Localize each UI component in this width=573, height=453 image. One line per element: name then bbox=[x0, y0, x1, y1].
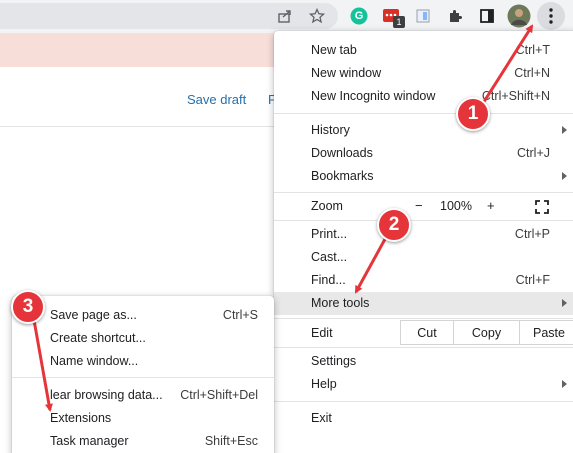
fullscreen-icon[interactable] bbox=[535, 200, 549, 214]
submenu-item-save-page[interactable]: Save page as... Ctrl+S bbox=[12, 304, 274, 327]
share-icon[interactable] bbox=[275, 6, 295, 26]
menu-separator bbox=[274, 113, 573, 114]
zoom-out-button[interactable]: − bbox=[415, 198, 423, 213]
menu-item-help[interactable]: Help bbox=[274, 373, 573, 396]
submenu-arrow-icon bbox=[562, 126, 567, 134]
menu-separator bbox=[274, 318, 573, 319]
menu-separator bbox=[274, 401, 573, 402]
menu-separator bbox=[274, 192, 573, 193]
menu-item-edit: Edit Cut Copy Paste bbox=[274, 320, 573, 345]
submenu-arrow-icon bbox=[562, 299, 567, 307]
paste-button[interactable]: Paste bbox=[519, 320, 573, 345]
submenu-arrow-icon bbox=[562, 380, 567, 388]
bookmark-star-icon[interactable] bbox=[307, 6, 327, 26]
submenu-item-task-manager[interactable]: Task manager Shift+Esc bbox=[12, 430, 274, 453]
side-panel-icon[interactable] bbox=[477, 6, 497, 26]
menu-item-cast[interactable]: Cast... bbox=[274, 246, 573, 269]
submenu-item-name-window[interactable]: Name window... bbox=[12, 350, 274, 373]
chrome-main-menu: New tab Ctrl+T New window Ctrl+N New Inc… bbox=[274, 31, 573, 453]
submenu-arrow-icon bbox=[562, 172, 567, 180]
menu-item-exit[interactable]: Exit bbox=[274, 407, 573, 430]
extensions-puzzle-icon[interactable] bbox=[445, 6, 465, 26]
profile-avatar[interactable] bbox=[507, 4, 531, 28]
menu-item-downloads[interactable]: Downloads Ctrl+J bbox=[274, 142, 573, 165]
step-badge-2: 2 bbox=[377, 208, 411, 242]
save-draft-link[interactable]: Save draft bbox=[187, 92, 246, 107]
menu-item-bookmarks[interactable]: Bookmarks bbox=[274, 165, 573, 188]
menu-item-zoom: Zoom − 100% + bbox=[274, 195, 573, 218]
extension-badge: 1 bbox=[393, 16, 405, 28]
menu-item-more-tools[interactable]: More tools bbox=[274, 292, 573, 315]
submenu-item-clear-browsing-data[interactable]: lear browsing data... Ctrl+Shift+Del bbox=[12, 384, 274, 407]
grammarly-letter: G bbox=[354, 10, 364, 22]
grammarly-icon[interactable]: G bbox=[349, 6, 369, 26]
address-bar[interactable] bbox=[0, 3, 338, 29]
more-tools-submenu: Save page as... Ctrl+S Create shortcut..… bbox=[12, 296, 274, 453]
page-divider bbox=[0, 126, 280, 127]
submenu-item-create-shortcut[interactable]: Create shortcut... bbox=[12, 327, 274, 350]
cut-button[interactable]: Cut bbox=[400, 320, 454, 345]
browser-toolbar: G 1 bbox=[0, 0, 573, 33]
menu-item-new-tab[interactable]: New tab Ctrl+T bbox=[274, 39, 573, 62]
menu-separator bbox=[274, 347, 573, 348]
extension-red-icon[interactable]: 1 bbox=[381, 6, 405, 28]
chrome-menu-button[interactable] bbox=[537, 2, 565, 30]
menu-separator bbox=[12, 377, 274, 378]
menu-item-print[interactable]: Print... Ctrl+P bbox=[274, 223, 573, 246]
submenu-item-extensions[interactable]: Extensions bbox=[12, 407, 274, 430]
zoom-in-button[interactable]: + bbox=[487, 198, 495, 213]
menu-item-find[interactable]: Find... Ctrl+F bbox=[274, 269, 573, 292]
kebab-menu-icon bbox=[549, 8, 553, 24]
menu-item-new-window[interactable]: New window Ctrl+N bbox=[274, 62, 573, 85]
copy-button[interactable]: Copy bbox=[453, 320, 520, 345]
menu-separator bbox=[274, 220, 573, 221]
step-badge-3: 3 bbox=[11, 290, 45, 324]
menu-item-new-incognito[interactable]: New Incognito window Ctrl+Shift+N bbox=[274, 85, 573, 108]
step-badge-1: 1 bbox=[456, 97, 490, 131]
menu-item-history[interactable]: History bbox=[274, 119, 573, 142]
zoom-level: 100% bbox=[440, 199, 472, 213]
menu-item-settings[interactable]: Settings bbox=[274, 350, 573, 373]
extension-page-icon[interactable] bbox=[413, 6, 433, 26]
